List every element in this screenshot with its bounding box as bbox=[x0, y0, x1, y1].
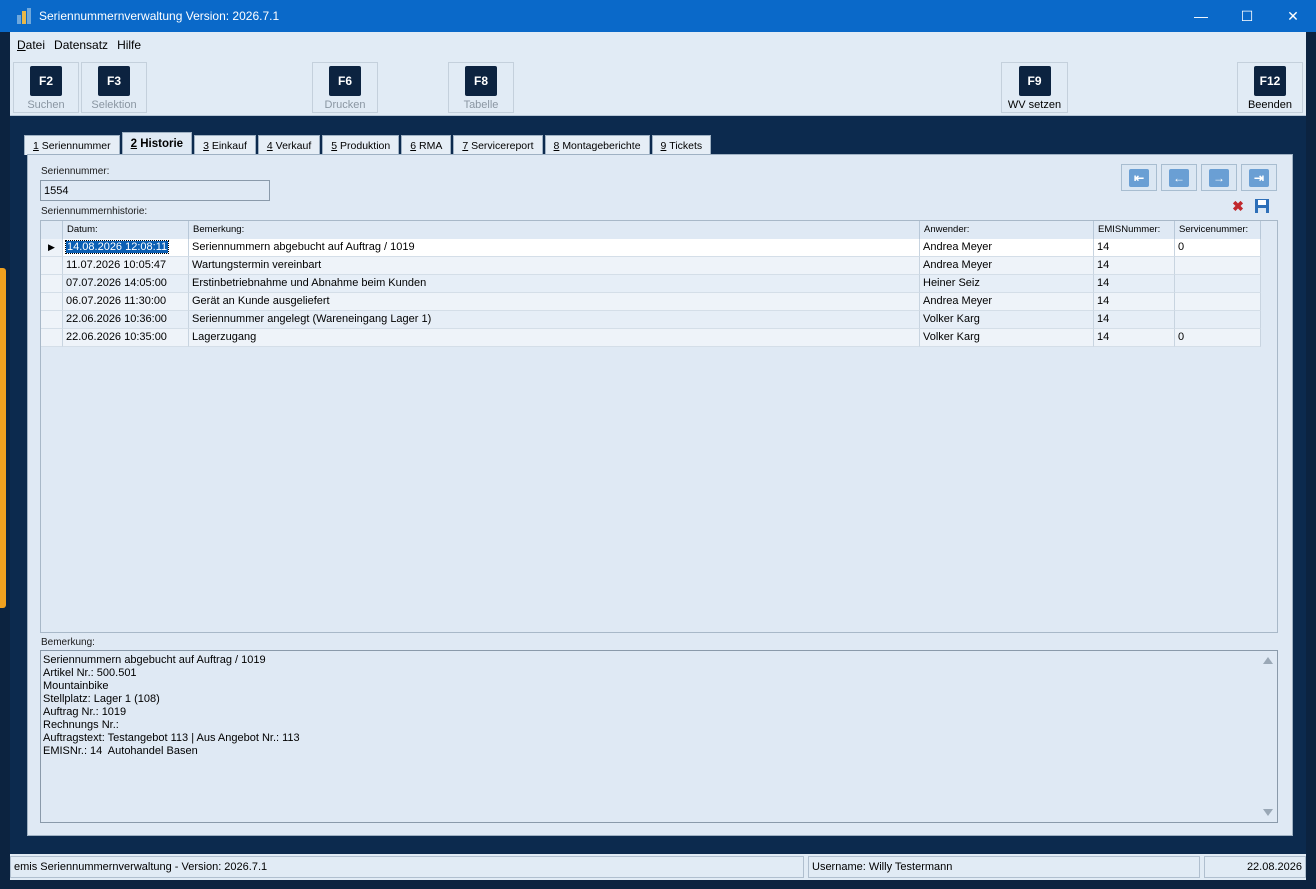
exit-button[interactable]: F12 Beenden bbox=[1237, 62, 1303, 113]
tab-bar: 1 Seriennummer 2 Historie 3 Einkauf 4 Ve… bbox=[24, 132, 713, 155]
bemerkung-label: Bemerkung: bbox=[41, 637, 95, 648]
last-record-button[interactable]: ⇥ bbox=[1241, 164, 1277, 191]
f2-key-icon: F2 bbox=[30, 66, 62, 96]
seriennummer-field[interactable]: 1554 bbox=[40, 180, 270, 201]
prev-icon: ← bbox=[1169, 168, 1189, 187]
menu-hilfe[interactable]: Hilfe bbox=[117, 38, 141, 52]
table-row[interactable]: 07.07.2026 14:05:00 Erstinbetriebnahme u… bbox=[41, 275, 1261, 293]
toolbar: F2 Suchen F3 Selektion F6 Drucken F8 Tab… bbox=[10, 57, 1306, 116]
tab-seriennummer[interactable]: 1 Seriennummer bbox=[24, 135, 120, 155]
history-grid: Datum: Bemerkung: Anwender: EMISNummer: … bbox=[40, 220, 1278, 633]
selection-button[interactable]: F3 Selektion bbox=[81, 62, 147, 113]
next-record-button[interactable]: → bbox=[1201, 164, 1237, 191]
close-button[interactable]: ✕ bbox=[1270, 0, 1316, 32]
tab-historie[interactable]: 2 Historie bbox=[121, 132, 193, 155]
col-emisnummer[interactable]: EMISNummer: bbox=[1094, 221, 1175, 239]
app-icon bbox=[17, 8, 33, 24]
scroll-up-icon[interactable] bbox=[1263, 657, 1273, 664]
save-icon[interactable] bbox=[1253, 197, 1271, 215]
menu-bar: Datei Datensatz Hilfe bbox=[10, 32, 1306, 57]
status-username: Username: Willy Testermann bbox=[808, 856, 1200, 878]
table-row[interactable]: 06.07.2026 11:30:00 Gerät an Kunde ausge… bbox=[41, 293, 1261, 311]
seriennummer-label: Seriennummer: bbox=[41, 166, 110, 177]
maximize-button[interactable]: ☐ bbox=[1224, 0, 1270, 32]
f6-key-icon: F6 bbox=[329, 66, 361, 96]
print-button[interactable]: F6 Drucken bbox=[312, 62, 378, 113]
f9-key-icon: F9 bbox=[1018, 66, 1051, 96]
table-row[interactable]: 11.07.2026 10:05:47 Wartungstermin verei… bbox=[41, 257, 1261, 275]
table-button[interactable]: F8 Tabelle bbox=[448, 62, 514, 113]
status-date: 22.08.2026 bbox=[1204, 856, 1306, 878]
col-anwender[interactable]: Anwender: bbox=[920, 221, 1094, 239]
tab-rma[interactable]: 6 RMA bbox=[401, 135, 452, 155]
table-row[interactable]: ▶ 14.08.2026 12:08:11 Seriennummern abge… bbox=[41, 239, 1261, 257]
grid-header: Datum: Bemerkung: Anwender: EMISNummer: … bbox=[41, 221, 1261, 239]
tab-tickets[interactable]: 9 Tickets bbox=[651, 135, 712, 155]
tab-servicereport[interactable]: 7 Servicereport bbox=[453, 135, 543, 155]
window-title: Seriennummernverwaltung Version: 2026.7.… bbox=[39, 9, 280, 23]
f8-key-icon: F8 bbox=[465, 66, 497, 96]
f12-key-icon: F12 bbox=[1254, 66, 1286, 96]
history-label: Seriennummernhistorie: bbox=[41, 206, 148, 217]
prev-record-button[interactable]: ← bbox=[1161, 164, 1197, 191]
table-row[interactable]: 22.06.2026 10:35:00 Lagerzugang Volker K… bbox=[41, 329, 1261, 347]
col-datum[interactable]: Datum: bbox=[63, 221, 189, 239]
status-bar: emis Seriennummernverwaltung - Version: … bbox=[10, 854, 1306, 880]
last-icon: ⇥ bbox=[1249, 168, 1269, 187]
minimize-button[interactable]: — bbox=[1178, 0, 1224, 32]
accent-strip bbox=[0, 268, 6, 608]
first-icon: ⇤ bbox=[1129, 168, 1149, 187]
tab-montageberichte[interactable]: 8 Montageberichte bbox=[544, 135, 650, 155]
first-record-button[interactable]: ⇤ bbox=[1121, 164, 1157, 191]
bemerkung-textarea[interactable]: Seriennummern abgebucht auf Auftrag / 10… bbox=[40, 650, 1278, 823]
col-bemerkung[interactable]: Bemerkung: bbox=[189, 221, 920, 239]
table-row[interactable]: 22.06.2026 10:36:00 Seriennummer angeleg… bbox=[41, 311, 1261, 329]
delete-icon[interactable]: ✖ bbox=[1229, 197, 1247, 215]
search-button[interactable]: F2 Suchen bbox=[13, 62, 79, 113]
memo-scrollbar[interactable] bbox=[1260, 651, 1277, 822]
scroll-down-icon[interactable] bbox=[1263, 809, 1273, 816]
f3-key-icon: F3 bbox=[98, 66, 130, 96]
status-app-version: emis Seriennummernverwaltung - Version: … bbox=[10, 856, 804, 878]
menu-datei[interactable]: Datei bbox=[17, 38, 45, 52]
next-icon: → bbox=[1209, 168, 1229, 187]
title-bar: Seriennummernverwaltung Version: 2026.7.… bbox=[0, 0, 1316, 32]
tab-einkauf[interactable]: 3 Einkauf bbox=[194, 135, 256, 155]
current-row-indicator-icon: ▶ bbox=[41, 239, 63, 257]
menu-datensatz[interactable]: Datensatz bbox=[54, 38, 108, 52]
wv-setzen-button[interactable]: F9 WV setzen bbox=[1001, 62, 1068, 113]
tab-verkauf[interactable]: 4 Verkauf bbox=[257, 135, 321, 155]
tab-produktion[interactable]: 5 Produktion bbox=[322, 135, 400, 155]
col-servicenummer[interactable]: Servicenummer: bbox=[1175, 221, 1261, 239]
